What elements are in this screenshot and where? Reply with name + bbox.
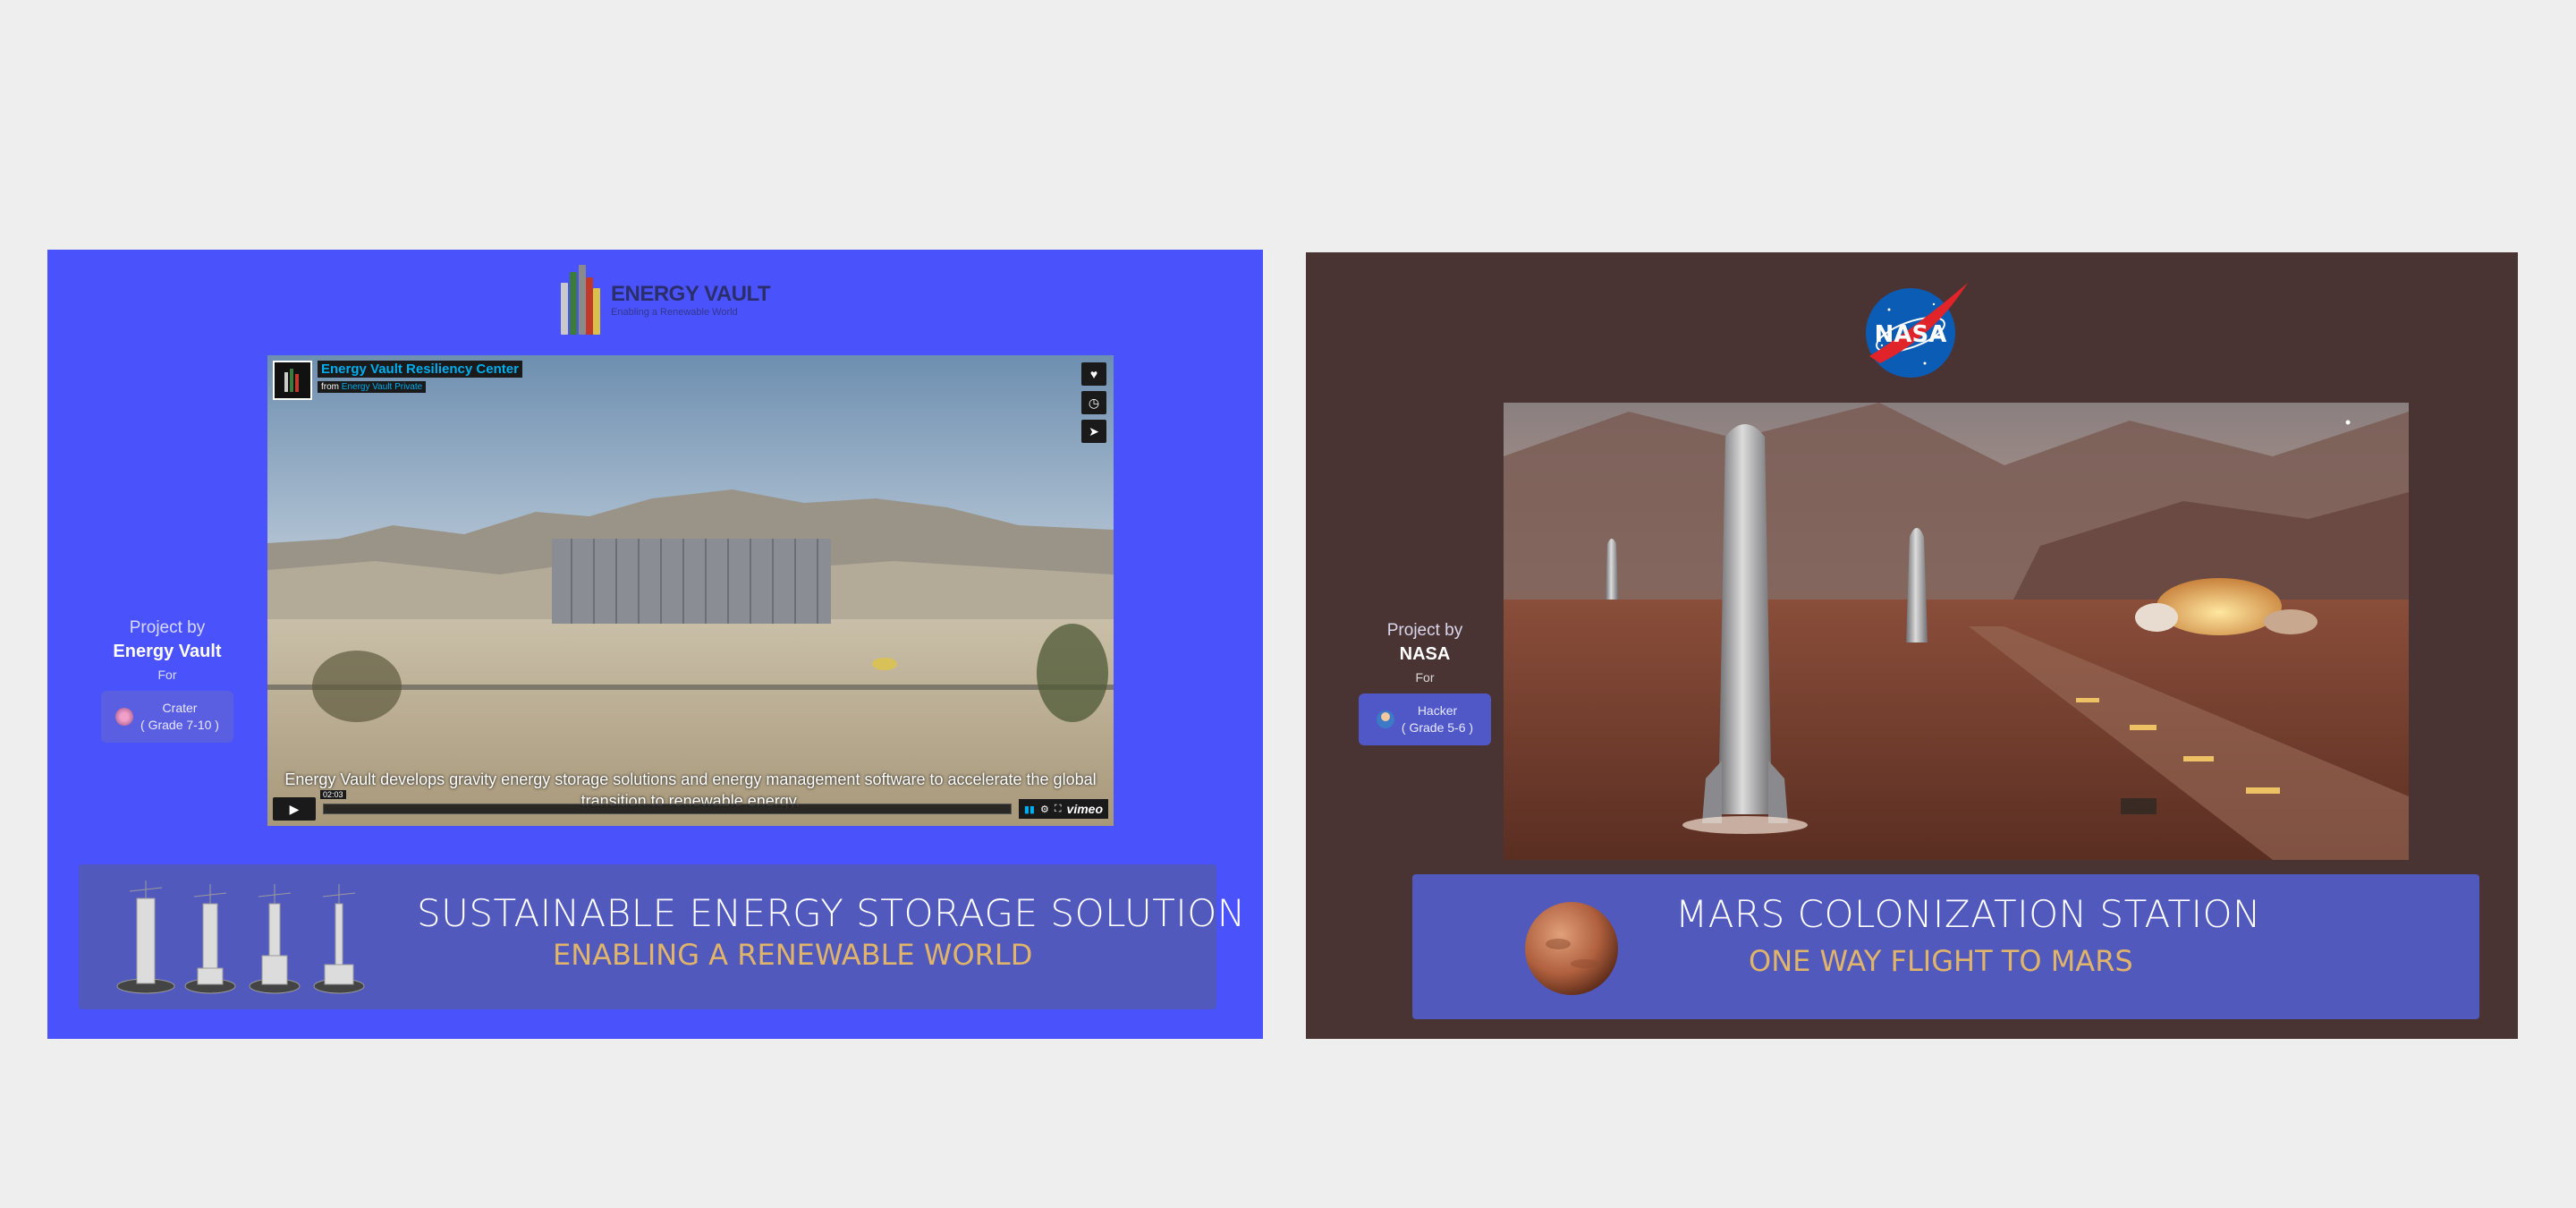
- project-banner: MARS COLONIZATION STATION ONE WAY FLIGHT…: [1412, 874, 2479, 1019]
- team-name: Hacker: [1417, 703, 1458, 719]
- team-avatar-icon: [1376, 710, 1394, 728]
- energy-vault-logo-tagline: Enabling a Renewable World: [611, 307, 738, 318]
- video-frame-image: [267, 355, 1114, 826]
- vimeo-logo[interactable]: vimeo: [1067, 802, 1103, 816]
- project-by-block: Project by NASA For Hacker ( Grade 5-6 ): [1357, 621, 1493, 745]
- project-by-label: Project by: [1386, 621, 1463, 640]
- mars-planet-icon: [1525, 902, 1618, 995]
- project-owner-name: NASA: [1399, 644, 1451, 664]
- video-title-link[interactable]: Energy Vault Resiliency Center: [318, 361, 522, 378]
- banner-subtitle: ENABLING A RENEWABLE WORLD: [553, 938, 1033, 972]
- project-by-block: Project by Energy Vault For Crater ( Gra…: [99, 618, 235, 743]
- watch-later-button[interactable]: ◷: [1081, 391, 1106, 414]
- video-channel-avatar[interactable]: [273, 361, 312, 400]
- project-for-label: For: [1415, 670, 1435, 685]
- project-for-label: For: [157, 668, 177, 682]
- play-button[interactable]: ▶: [273, 797, 316, 821]
- energy-vault-logo-mark: [559, 265, 604, 335]
- play-icon: ▶: [289, 801, 300, 816]
- heart-icon: ♥: [1089, 367, 1098, 381]
- video-time: 02:03: [320, 790, 346, 799]
- banner-title: MARS COLONIZATION STATION: [1675, 892, 2261, 936]
- team-avatar-icon: [115, 708, 134, 726]
- project-card-nasa[interactable]: NASA Project by NASA For Hacker (Grade …: [1306, 252, 2518, 1039]
- video-from-label: from Energy Vault Private: [318, 381, 427, 393]
- video-channel-link[interactable]: Energy Vault Private: [342, 382, 422, 392]
- team-name: Crater: [162, 701, 198, 716]
- fullscreen-icon[interactable]: ⛶: [1055, 804, 1062, 815]
- banner-title: SUSTAINABLE ENERGY STORAGE SOLUTION: [417, 891, 1246, 935]
- project-by-label: Project by: [129, 618, 206, 637]
- energy-vault-logo: ENERGY VAULT Enabling a Renewable World: [559, 264, 827, 336]
- project-banner: SUSTAINABLE ENERGY STORAGE SOLUTION ENAB…: [79, 864, 1245, 1009]
- nasa-logo-text: NASA: [1875, 321, 1947, 348]
- project-card-energy-vault[interactable]: ENERGY VAULT Enabling a Renewable World: [47, 250, 1263, 1039]
- project-owner-name: Energy Vault: [113, 642, 222, 661]
- mars-station-image: [1504, 403, 2409, 860]
- nasa-logo: NASA: [1866, 283, 1968, 378]
- share-button[interactable]: ➤: [1081, 420, 1106, 443]
- clock-icon: ◷: [1088, 395, 1100, 410]
- energy-vault-logo-name: ENERGY VAULT: [611, 282, 771, 306]
- energy-vault-video-player[interactable]: Energy Vault Resiliency Center from Ener…: [267, 355, 1114, 826]
- energy-tower-illustration: [116, 880, 365, 994]
- settings-icon[interactable]: ⚙: [1040, 804, 1049, 815]
- send-icon: ➤: [1089, 423, 1099, 438]
- volume-icon[interactable]: ▮▮: [1024, 804, 1035, 815]
- team-grade: ( Grade 5-6 ): [1401, 720, 1474, 735]
- team-badge[interactable]: Hacker ( Grade 5-6 ): [1359, 693, 1491, 745]
- team-grade: ( Grade 7-10 ): [140, 718, 219, 732]
- team-badge[interactable]: Crater ( Grade 7-10 ): [101, 691, 233, 743]
- mars-illustration: [1504, 403, 2409, 860]
- banner-subtitle: ONE WAY FLIGHT TO MARS: [1749, 944, 2133, 978]
- video-progress-bar[interactable]: 02:03: [320, 790, 1012, 814]
- like-button[interactable]: ♥: [1081, 362, 1106, 386]
